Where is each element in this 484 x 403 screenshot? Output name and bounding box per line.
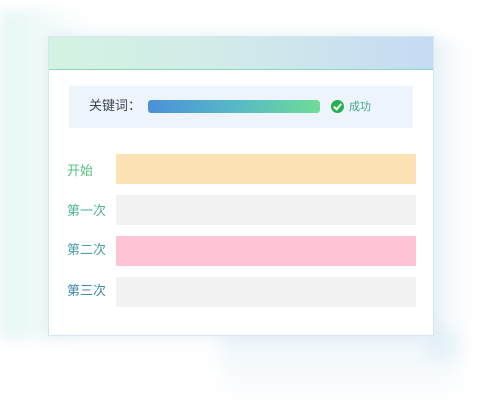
keyword-progress-fill — [148, 100, 320, 113]
app-window: 关键词： 成功 开始 第一次 第二次 第三次 — [48, 36, 434, 336]
title-bar — [49, 37, 433, 70]
stage: 关键词： 成功 开始 第一次 第二次 第三次 — [0, 0, 484, 403]
row-label-first: 第一次 — [67, 204, 107, 219]
row-bar-second — [116, 236, 416, 266]
row-bar-first — [116, 195, 416, 225]
row-label-start: 开始 — [67, 164, 94, 179]
status-text: 成功 — [349, 100, 371, 113]
row-label-third: 第三次 — [67, 284, 107, 299]
row-bar-third — [116, 277, 416, 307]
background-glow-right — [430, 40, 470, 360]
row-bar-start — [116, 154, 416, 184]
check-circle-icon — [331, 100, 344, 113]
keyword-progress-bar — [148, 100, 320, 113]
row-label-second: 第二次 — [67, 243, 107, 258]
background-glow-bottom — [220, 330, 460, 403]
keyword-panel: 关键词： 成功 — [69, 86, 413, 128]
keyword-label: 关键词： — [89, 99, 142, 114]
